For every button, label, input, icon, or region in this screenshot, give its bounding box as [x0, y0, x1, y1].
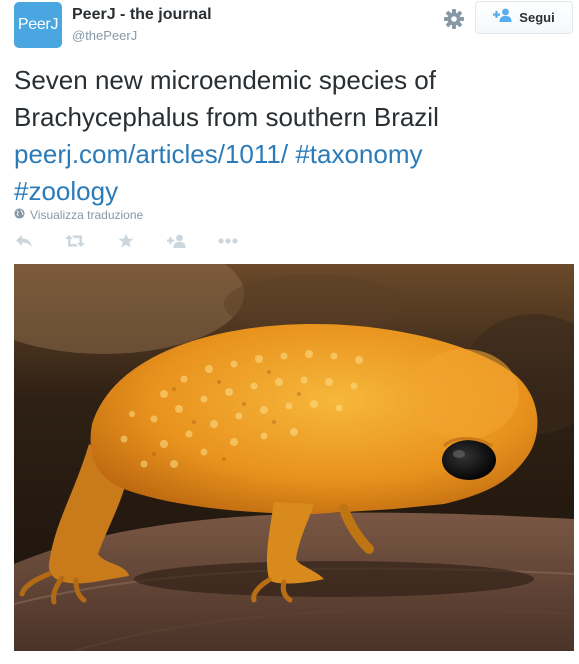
tweet-actions	[14, 231, 269, 251]
follow-button[interactable]: Segui	[475, 1, 573, 34]
follow-label: Segui	[519, 10, 555, 25]
article-link[interactable]: peerj.com/articles/1011/	[14, 139, 288, 169]
frog-image	[14, 264, 574, 651]
hashtag-taxonomy[interactable]: #taxonomy	[295, 139, 422, 169]
tweet-header: PeerJ PeerJ - the journal @thePeerJ Segu…	[14, 1, 574, 52]
globe-icon	[14, 206, 25, 224]
display-name[interactable]: PeerJ - the journal	[72, 6, 212, 24]
reply-icon[interactable]	[14, 231, 34, 251]
tweet-photo[interactable]	[14, 264, 574, 651]
follow-icon[interactable]	[167, 231, 187, 251]
more-icon[interactable]	[218, 231, 238, 251]
add-user-icon	[493, 8, 513, 27]
avatar-logo-text: PeerJ	[17, 16, 59, 33]
gear-icon[interactable]	[443, 8, 465, 30]
tweet-text-line1: Seven new microendemic species of	[14, 65, 436, 95]
avatar[interactable]: PeerJ	[14, 2, 62, 48]
hashtag-zoology[interactable]: #zoology	[14, 176, 118, 206]
translate-label: Visualizza traduzione	[30, 208, 144, 222]
translate-link[interactable]: Visualizza traduzione	[14, 206, 143, 224]
user-handle[interactable]: @thePeerJ	[72, 28, 137, 43]
retweet-icon[interactable]	[65, 231, 85, 251]
tweet-text-line2: Brachycephalus from southern Brazil	[14, 102, 439, 132]
favorite-icon[interactable]	[116, 231, 136, 251]
tweet-text: Seven new microendemic species of Brachy…	[14, 62, 569, 210]
